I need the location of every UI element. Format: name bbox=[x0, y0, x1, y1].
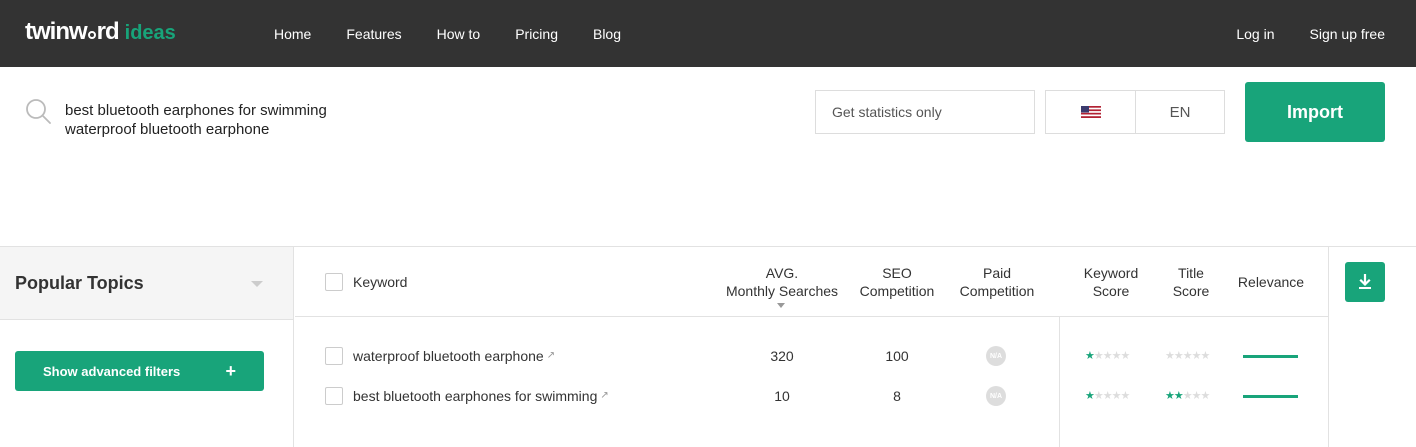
avg-searches-cell: 320 bbox=[770, 348, 794, 364]
paid-competition-na-badge: N/A bbox=[986, 386, 1006, 406]
popular-topics-dropdown[interactable]: Popular Topics bbox=[0, 247, 293, 320]
seo-header-line1: SEO bbox=[882, 265, 912, 281]
keyword-score-header[interactable]: Keyword Score bbox=[1071, 264, 1151, 300]
row-checkbox[interactable] bbox=[325, 347, 343, 365]
top-navigation-bar: twinw rd ideas Home Features How to Prici… bbox=[0, 0, 1416, 67]
statistics-only-field[interactable]: Get statistics only bbox=[815, 90, 1035, 134]
main-nav: Home Features How to Pricing Blog bbox=[274, 0, 656, 67]
title-score-stars: ★★★★★ bbox=[1165, 350, 1210, 362]
row-checkbox[interactable] bbox=[325, 387, 343, 405]
select-all-checkbox[interactable] bbox=[325, 273, 343, 291]
kscore-header-line2: Score bbox=[1092, 283, 1130, 299]
twinword-ideas-logo[interactable]: twinw rd ideas bbox=[25, 18, 176, 48]
statistics-only-placeholder: Get statistics only bbox=[832, 104, 942, 120]
title-score-stars: ★★★★★ bbox=[1165, 390, 1210, 402]
keyword-score-stars: ★★★★★ bbox=[1085, 350, 1130, 362]
filters-sidebar: Popular Topics Show advanced filters + bbox=[0, 247, 294, 447]
country-selector[interactable] bbox=[1046, 91, 1136, 133]
signup-link[interactable]: Sign up free bbox=[1310, 26, 1386, 42]
show-advanced-filters-button[interactable]: Show advanced filters + bbox=[15, 351, 264, 391]
paid-header-line1: Paid bbox=[982, 265, 1012, 281]
us-flag-icon bbox=[1080, 106, 1101, 118]
keyword-score-stars: ★★★★★ bbox=[1085, 390, 1130, 402]
table-row: waterproof bluetooth earphone ↗ 320 100 N… bbox=[295, 346, 1329, 387]
advanced-filters-label: Show advanced filters bbox=[43, 363, 181, 379]
tscore-header-line1: Title bbox=[1178, 265, 1204, 281]
account-nav: Log in Sign up free bbox=[1201, 0, 1385, 67]
chevron-down-icon bbox=[251, 281, 263, 287]
nav-features-link[interactable]: Features bbox=[346, 26, 401, 42]
seo-competition-cell: 8 bbox=[893, 388, 901, 404]
seo-header-line2: Competition bbox=[859, 283, 935, 299]
sort-desc-icon bbox=[777, 303, 785, 308]
table-header: Keyword AVG. Monthly Searches SEO Compet… bbox=[295, 247, 1329, 317]
search-icon bbox=[26, 99, 51, 124]
nav-how-to-link[interactable]: How to bbox=[437, 26, 481, 42]
location-language-selector[interactable]: EN bbox=[1045, 90, 1225, 134]
keyword-results-table: Keyword AVG. Monthly Searches SEO Compet… bbox=[295, 247, 1329, 447]
nav-home-link[interactable]: Home bbox=[274, 26, 311, 42]
plus-icon: + bbox=[225, 360, 236, 381]
avg-header-line2: Monthly Searches bbox=[725, 283, 839, 299]
title-score-header[interactable]: Title Score bbox=[1156, 264, 1226, 300]
avg-monthly-searches-header[interactable]: AVG. Monthly Searches bbox=[712, 264, 852, 300]
logo-product-text: ideas bbox=[124, 22, 176, 44]
table-row: best bluetooth earphones for swimming ↗ 1… bbox=[295, 386, 1329, 427]
nav-blog-link[interactable]: Blog bbox=[593, 26, 621, 42]
nav-pricing-link[interactable]: Pricing bbox=[515, 26, 558, 42]
relevance-bar bbox=[1243, 355, 1298, 358]
login-link[interactable]: Log in bbox=[1236, 26, 1274, 42]
keyword-search-input[interactable]: best bluetooth earphones for swimming wa… bbox=[65, 101, 327, 139]
external-link-icon[interactable]: ↗ bbox=[600, 390, 608, 401]
keyword-cell[interactable]: waterproof bluetooth earphone ↗ bbox=[353, 347, 555, 365]
keyword-column-header[interactable]: Keyword bbox=[353, 273, 407, 291]
kscore-header-line1: Keyword bbox=[1083, 265, 1139, 281]
popular-topics-title: Popular Topics bbox=[15, 272, 144, 293]
download-button[interactable] bbox=[1345, 262, 1385, 302]
relevance-bar bbox=[1243, 395, 1298, 398]
seo-competition-header[interactable]: SEO Competition bbox=[852, 264, 942, 300]
seo-competition-cell: 100 bbox=[885, 348, 909, 364]
avg-header-line1: AVG. bbox=[765, 265, 799, 281]
paid-competition-na-badge: N/A bbox=[986, 346, 1006, 366]
paid-header-line2: Competition bbox=[959, 283, 1035, 299]
avg-searches-cell: 10 bbox=[774, 388, 790, 404]
import-button[interactable]: Import bbox=[1245, 82, 1385, 142]
keyword-cell[interactable]: best bluetooth earphones for swimming ↗ bbox=[353, 387, 609, 405]
logo-brand-text: twinw rd bbox=[25, 18, 120, 45]
language-selector[interactable]: EN bbox=[1136, 91, 1224, 133]
download-icon bbox=[1359, 274, 1371, 289]
tscore-header-line2: Score bbox=[1172, 283, 1210, 299]
paid-competition-header[interactable]: Paid Competition bbox=[952, 264, 1042, 300]
relevance-header[interactable]: Relevance bbox=[1231, 273, 1311, 291]
external-link-icon[interactable]: ↗ bbox=[547, 350, 555, 361]
